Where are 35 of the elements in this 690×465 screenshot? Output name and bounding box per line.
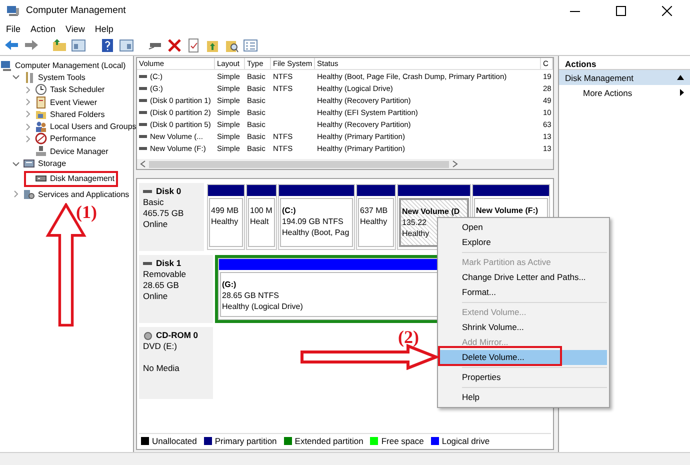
partition-detail: 28.65 GB NTFS	[222, 291, 279, 300]
disk-name: CD-ROM 0	[156, 330, 198, 341]
legend-label: Primary partition	[214, 436, 277, 446]
legend-label: Unallocated	[152, 436, 197, 446]
step-label: (1)	[76, 202, 97, 223]
partition-title: (C:)	[282, 206, 296, 215]
window-title: Computer Management	[26, 5, 127, 16]
partition-detail: 194.09 GB NTFS	[282, 217, 344, 226]
disk-detail: DVD (E:)	[143, 341, 178, 352]
partition-title: (G:)	[222, 280, 236, 289]
partition-detail: Healthy	[360, 217, 388, 226]
disk-detail: Removable	[143, 269, 187, 280]
partition-detail: 499 MB	[211, 206, 239, 215]
disk-detail: 28.65 GB	[143, 280, 180, 291]
disk-detail: Online	[143, 291, 169, 302]
partition-detail: 135.22	[402, 218, 426, 227]
partition-detail: 637 MB	[360, 206, 388, 215]
disk-detail: Online	[143, 219, 169, 230]
legend-label: Free space	[381, 436, 424, 446]
disk-detail: 465.75 GB	[143, 208, 185, 219]
partition-detail: Healthy	[211, 217, 238, 226]
disk-name: Disk 1	[156, 258, 182, 269]
partition-detail: 100 M	[250, 206, 272, 215]
partition-detail: Healthy (Boot, Pag	[282, 228, 350, 237]
partition-title: New Volume (D	[402, 207, 460, 216]
legend-label: Extended partition	[294, 436, 364, 446]
partition-title: New Volume (F:)	[476, 206, 538, 215]
legend-label: Logical drive	[442, 436, 490, 446]
disk-detail: Basic	[143, 197, 165, 208]
partition-detail: Healthy	[402, 229, 430, 238]
disk-detail: No Media	[143, 363, 180, 374]
partition-detail: Healt	[250, 217, 269, 226]
step-label: (2)	[398, 327, 419, 348]
partition-detail: Healthy (Logical Drive)	[222, 302, 303, 311]
disk-name: Disk 0	[156, 186, 182, 197]
